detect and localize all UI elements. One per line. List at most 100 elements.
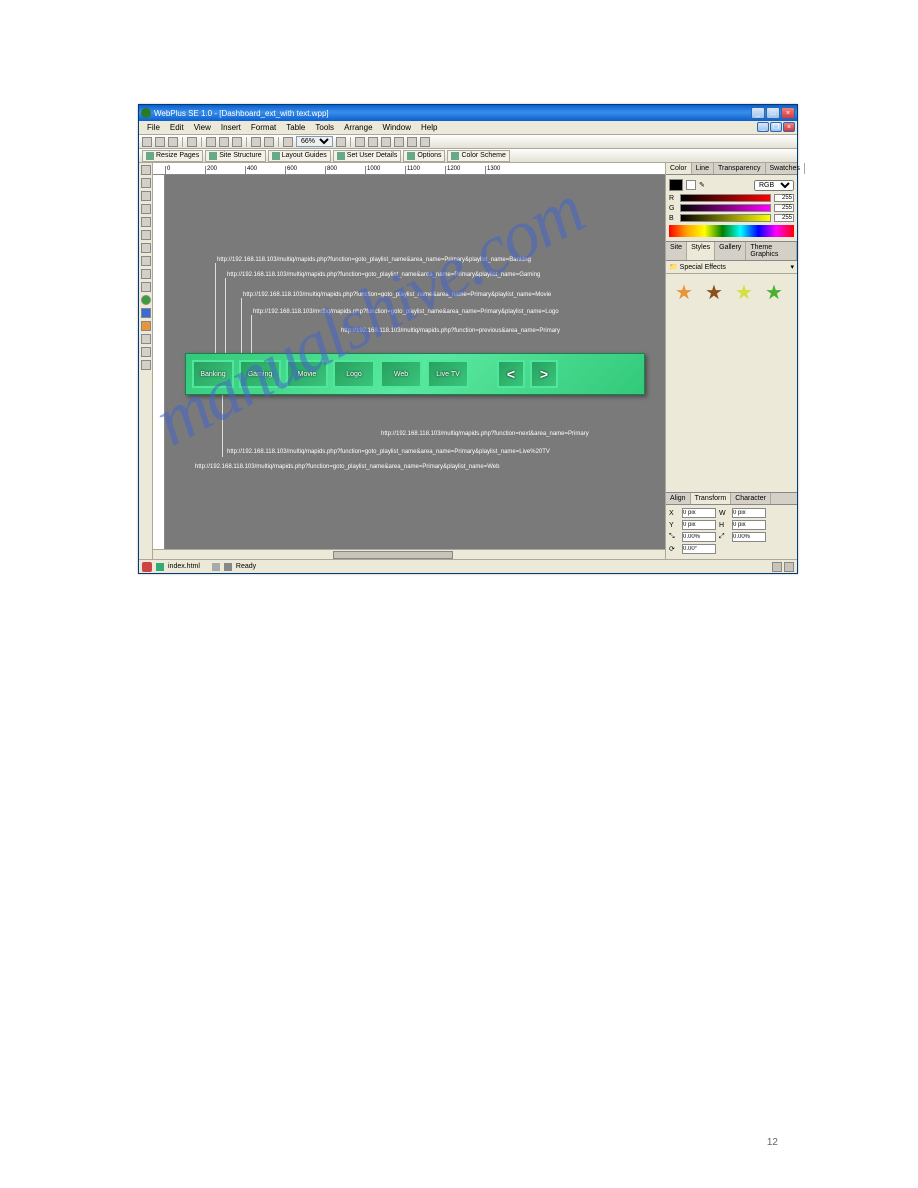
menu-help[interactable]: Help xyxy=(416,122,442,133)
tab-gallery[interactable]: Gallery xyxy=(715,242,746,260)
dropdown-icon[interactable]: ▾ xyxy=(790,263,794,271)
shape-tool-icon[interactable] xyxy=(141,230,151,240)
h-input[interactable] xyxy=(732,520,766,530)
paste-icon[interactable] xyxy=(232,137,242,147)
color-spectrum[interactable] xyxy=(669,225,794,237)
r-value[interactable]: 255 xyxy=(774,194,794,202)
eyedropper-icon[interactable]: ✎ xyxy=(699,181,705,189)
color-scheme-button[interactable]: Color Scheme xyxy=(447,150,509,162)
mdi-restore-button[interactable]: ❐ xyxy=(770,122,782,132)
g-slider[interactable] xyxy=(680,204,771,212)
prev-button[interactable]: < xyxy=(497,360,525,388)
undo-icon[interactable] xyxy=(251,137,261,147)
options-button[interactable]: Options xyxy=(403,150,445,162)
g-value[interactable]: 255 xyxy=(774,204,794,212)
horizontal-scrollbar[interactable] xyxy=(153,549,665,559)
sy-input[interactable] xyxy=(732,532,766,542)
livetv-button[interactable]: Live TV xyxy=(427,360,469,388)
cut-icon[interactable] xyxy=(206,137,216,147)
star-style-yellow[interactable]: ★ xyxy=(732,280,756,304)
star-style-green[interactable]: ★ xyxy=(762,280,786,304)
rect-tool-icon[interactable] xyxy=(141,256,151,266)
zoom-fit-icon[interactable] xyxy=(355,137,365,147)
fill-tool-icon[interactable] xyxy=(141,269,151,279)
frame-tool-icon[interactable] xyxy=(141,204,151,214)
gaming-button[interactable]: Gaming xyxy=(239,360,281,388)
star-style-orange[interactable]: ★ xyxy=(672,280,696,304)
zoom-in-icon[interactable] xyxy=(336,137,346,147)
color-swatch[interactable] xyxy=(669,179,683,191)
user-details-button[interactable]: Set User Details xyxy=(333,150,402,162)
tab-align[interactable]: Align xyxy=(666,493,691,504)
text-tool-icon[interactable] xyxy=(141,191,151,201)
snap-icon[interactable] xyxy=(420,137,430,147)
menu-arrange[interactable]: Arrange xyxy=(339,122,377,133)
media-tool-icon[interactable] xyxy=(141,360,151,370)
titlebar[interactable]: WebPlus SE 1.0 - [Dashboard_ext_with tex… xyxy=(139,105,797,121)
mdi-close-button[interactable]: × xyxy=(783,122,795,132)
b-slider[interactable] xyxy=(680,214,771,222)
form-tool-icon[interactable] xyxy=(141,347,151,357)
copy-icon[interactable] xyxy=(219,137,229,147)
table-tool-icon[interactable] xyxy=(141,217,151,227)
line-tool-icon[interactable] xyxy=(141,243,151,253)
fill-swatch[interactable] xyxy=(686,180,696,190)
menu-file[interactable]: File xyxy=(142,122,165,133)
menu-format[interactable]: Format xyxy=(246,122,281,133)
tab-transform[interactable]: Transform xyxy=(691,493,732,504)
star-style-brown[interactable]: ★ xyxy=(702,280,726,304)
crop-tool-icon[interactable] xyxy=(141,282,151,292)
tab-styles[interactable]: Styles xyxy=(687,242,715,260)
print-icon[interactable] xyxy=(187,137,197,147)
grid-icon[interactable] xyxy=(407,137,417,147)
tab-swatches[interactable]: Swatches xyxy=(766,163,805,174)
save-icon[interactable] xyxy=(168,137,178,147)
zoom-actual-icon[interactable] xyxy=(368,137,378,147)
tab-color[interactable]: Color xyxy=(666,163,692,174)
menu-window[interactable]: Window xyxy=(378,122,416,133)
layout-guides-button[interactable]: Layout Guides xyxy=(268,150,331,162)
home-icon[interactable] xyxy=(381,137,391,147)
menu-table[interactable]: Table xyxy=(281,122,310,133)
web-button[interactable]: Web xyxy=(380,360,422,388)
status-icon-2[interactable] xyxy=(784,562,794,572)
next-button[interactable]: > xyxy=(530,360,558,388)
resize-pages-button[interactable]: Resize Pages xyxy=(142,150,203,162)
nav-tool-icon[interactable] xyxy=(141,308,151,318)
hotspot-tool-icon[interactable] xyxy=(141,334,151,344)
page-icon[interactable] xyxy=(142,562,152,572)
pointer-tool-icon[interactable] xyxy=(141,165,151,175)
rot-input[interactable] xyxy=(682,544,716,554)
rss-tool-icon[interactable] xyxy=(141,321,151,331)
menu-view[interactable]: View xyxy=(189,122,216,133)
maximize-button[interactable]: □ xyxy=(766,107,780,119)
tab-line[interactable]: Line xyxy=(692,163,714,174)
scroll-thumb[interactable] xyxy=(333,551,453,559)
tab-site[interactable]: Site xyxy=(666,242,687,260)
menu-edit[interactable]: Edit xyxy=(165,122,189,133)
status-icon-1[interactable] xyxy=(772,562,782,572)
tab-transparency[interactable]: Transparency xyxy=(714,163,766,174)
redo-icon[interactable] xyxy=(264,137,274,147)
sx-input[interactable] xyxy=(682,532,716,542)
color-mode-select[interactable]: RGB xyxy=(754,180,794,191)
close-button[interactable]: × xyxy=(781,107,795,119)
open-icon[interactable] xyxy=(155,137,165,147)
w-input[interactable] xyxy=(732,508,766,518)
web-tool-icon[interactable] xyxy=(141,295,151,305)
mdi-minimize-button[interactable]: _ xyxy=(757,122,769,132)
preview-icon[interactable] xyxy=(394,137,404,147)
rotate-tool-icon[interactable] xyxy=(141,178,151,188)
canvas[interactable]: http://192.168.118.103/multiq/mapids.php… xyxy=(165,175,665,549)
zoom-select[interactable]: 66% xyxy=(296,136,333,147)
y-input[interactable] xyxy=(682,520,716,530)
movie-button[interactable]: Movie xyxy=(286,360,328,388)
tab-character[interactable]: Character xyxy=(731,493,771,504)
banking-button[interactable]: Banking xyxy=(192,360,234,388)
logo-button[interactable]: Logo xyxy=(333,360,375,388)
zoom-out-icon[interactable] xyxy=(283,137,293,147)
menu-tools[interactable]: Tools xyxy=(310,122,339,133)
b-value[interactable]: 255 xyxy=(774,214,794,222)
minimize-button[interactable]: _ xyxy=(751,107,765,119)
x-input[interactable] xyxy=(682,508,716,518)
